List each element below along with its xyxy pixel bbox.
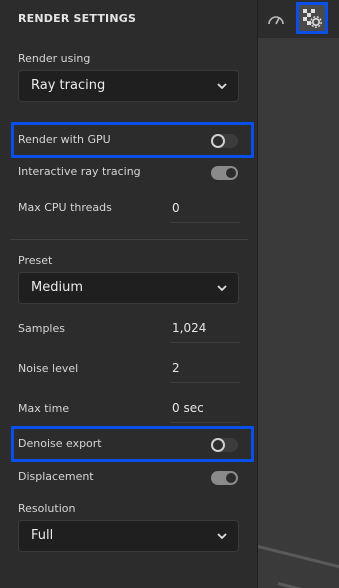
interactive-ray-tracing-toggle[interactable]: [211, 166, 238, 180]
panel-title: RENDER SETTINGS: [18, 12, 137, 25]
denoise-export-label: Denoise export: [18, 437, 102, 450]
render-settings-icon[interactable]: [296, 2, 328, 34]
displacement-toggle[interactable]: [211, 471, 238, 485]
denoise-export-toggle[interactable]: [211, 438, 238, 452]
max-time-input[interactable]: 0 sec: [172, 401, 204, 415]
max-cpu-threads-input[interactable]: 0: [172, 201, 180, 215]
ground-grid-line: [277, 582, 339, 588]
samples-input[interactable]: 1,024: [172, 321, 206, 335]
max-cpu-threads-label: Max CPU threads: [18, 201, 112, 214]
preset-value: Medium: [31, 280, 83, 295]
samples-label: Samples: [18, 322, 65, 335]
resolution-dropdown[interactable]: Full: [18, 520, 239, 552]
input-underline: [170, 382, 240, 383]
toggle-knob: [211, 134, 225, 148]
render-using-dropdown[interactable]: Ray tracing: [18, 70, 239, 102]
preset-label: Preset: [18, 254, 53, 267]
chevron-down-icon: [217, 533, 227, 540]
toggle-knob: [226, 473, 236, 483]
render-using-value: Ray tracing: [31, 78, 106, 93]
chevron-down-icon: [217, 83, 227, 90]
viewport-toolbar: [258, 0, 339, 38]
input-underline: [170, 342, 240, 343]
noise-level-input[interactable]: 2: [172, 361, 180, 375]
input-underline: [170, 422, 240, 423]
render-with-gpu-toggle[interactable]: [211, 134, 238, 148]
input-underline: [170, 222, 240, 223]
noise-level-label: Noise level: [18, 362, 79, 375]
preset-dropdown[interactable]: Medium: [18, 272, 239, 304]
resolution-value: Full: [31, 528, 54, 543]
render-settings-panel: RENDER SETTINGS Render using Ray tracing…: [0, 0, 258, 588]
3d-viewport[interactable]: [258, 0, 339, 588]
ground-grid-line: [258, 545, 339, 573]
section-divider: [10, 239, 248, 240]
render-with-gpu-label: Render with GPU: [18, 133, 111, 146]
speedometer-icon[interactable]: [264, 7, 288, 31]
interactive-ray-tracing-label: Interactive ray tracing: [18, 165, 141, 178]
app-root: RENDER SETTINGS Render using Ray tracing…: [0, 0, 339, 588]
displacement-label: Displacement: [18, 470, 94, 483]
max-time-label: Max time: [18, 402, 70, 415]
render-using-label: Render using: [18, 52, 91, 65]
chevron-down-icon: [217, 285, 227, 292]
resolution-label: Resolution: [18, 502, 76, 515]
toggle-knob: [211, 438, 225, 452]
toggle-knob: [226, 168, 236, 178]
